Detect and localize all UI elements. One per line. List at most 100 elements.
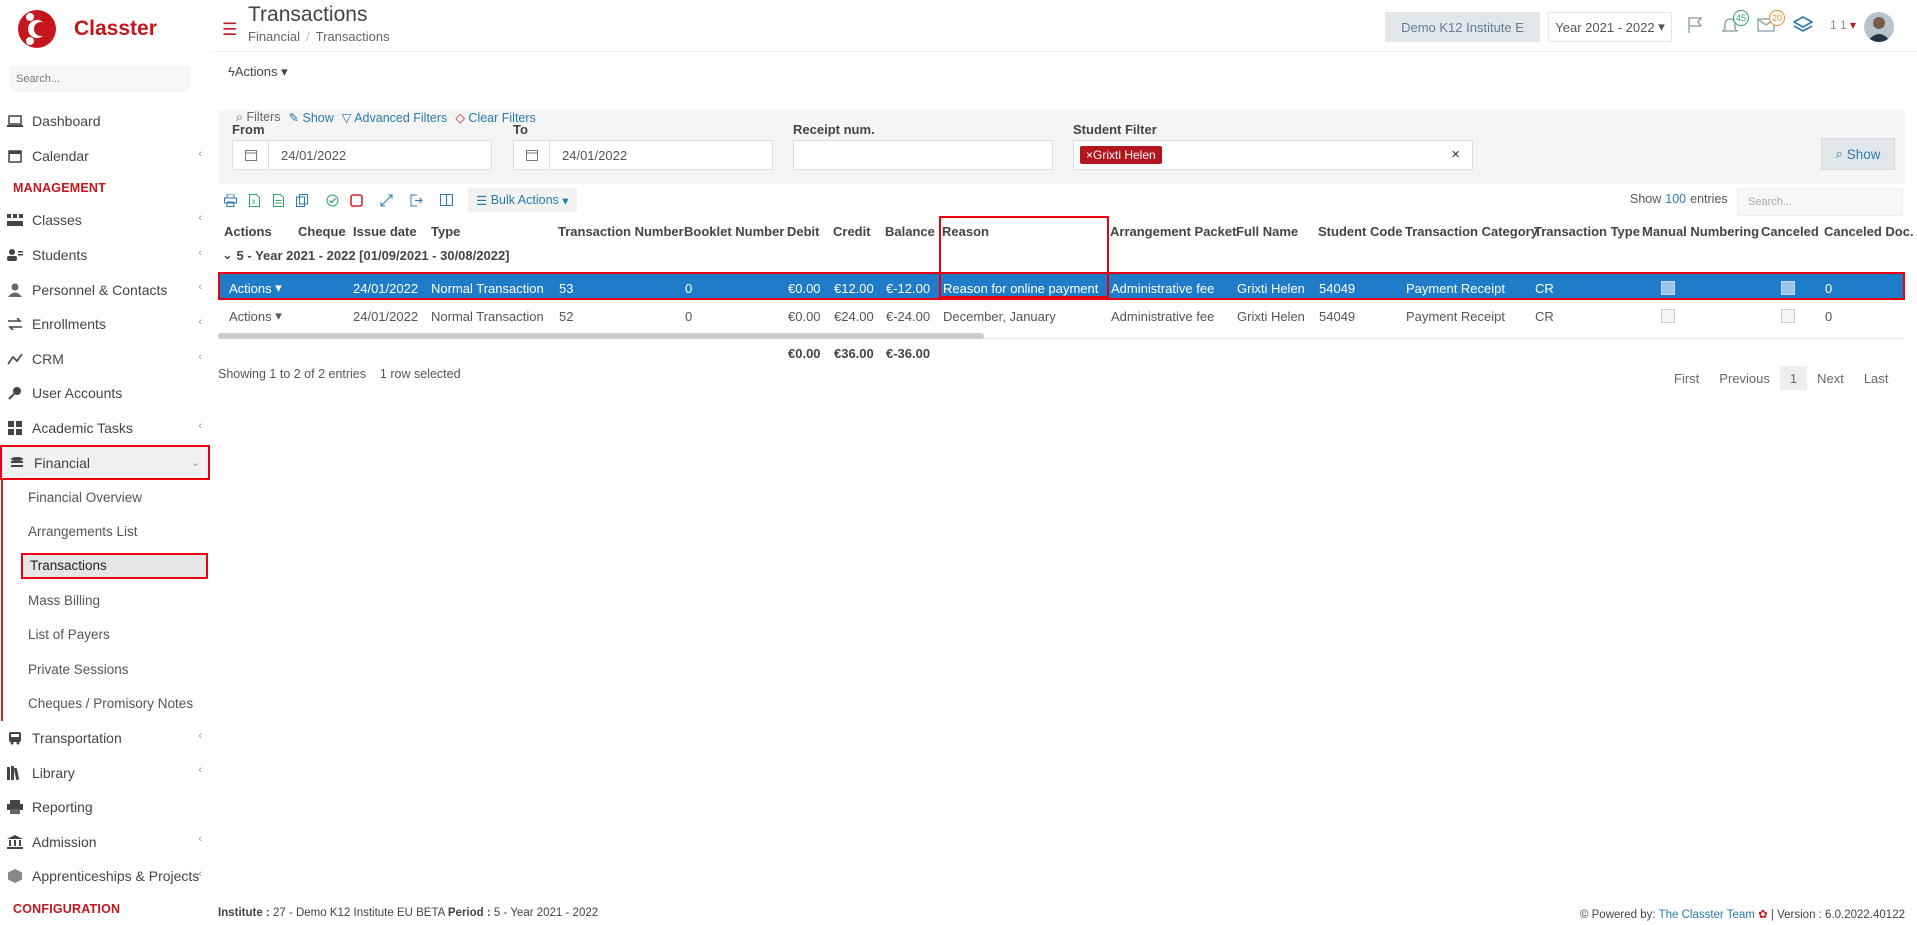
cell-manual-numbering[interactable]	[1661, 302, 1675, 330]
csv-icon[interactable]	[266, 188, 290, 212]
institute-selector[interactable]: Demo K12 Institute E	[1385, 12, 1540, 42]
sidebar-item-library[interactable]: Library ‹	[0, 755, 210, 790]
sidebar-sub-mass-billing[interactable]: Mass Billing	[3, 583, 210, 617]
receipt-input[interactable]	[793, 140, 1053, 170]
search-icon: ⌕	[1835, 146, 1843, 161]
hamburger-menu-icon[interactable]: ☰	[222, 20, 237, 40]
manual-numbering-checkbox[interactable]	[1661, 309, 1675, 323]
cell-manual-numbering[interactable]	[1661, 274, 1675, 302]
canceled-checkbox[interactable]	[1781, 309, 1795, 323]
footer-period-value: 5 - Year 2021 - 2022	[493, 907, 599, 919]
copy-icon[interactable]	[290, 188, 314, 212]
page-previous[interactable]: Previous	[1709, 366, 1780, 390]
table-row[interactable]: Actions ▾ 24/01/2022 Normal Transaction …	[218, 272, 1905, 300]
cell-balance: €-24.00	[886, 308, 931, 324]
cell-canceled-doc: 0	[1825, 280, 1833, 296]
breadcrumb-item[interactable]: Financial	[248, 29, 300, 44]
advanced-filters-link[interactable]: ▽ Advanced Filters	[342, 110, 448, 125]
sidebar-sub-list-of-payers[interactable]: List of Payers	[3, 618, 210, 652]
sidebar-item-enrollments[interactable]: Enrollments ‹	[0, 307, 210, 342]
sidebar-item-classes[interactable]: Classes ‹	[0, 203, 210, 238]
envelope-icon[interactable]: 20	[1755, 10, 1785, 36]
deselect-icon[interactable]	[344, 188, 368, 212]
student-filter-input[interactable]: ×Grixti Helen ×	[1073, 140, 1473, 170]
section-configuration: CONFIGURATION	[13, 901, 121, 916]
sidebar-item-apprenticeships[interactable]: Apprenticeships & Projects ‹	[0, 859, 210, 894]
from-date-field[interactable]: 24/01/2022	[232, 140, 492, 170]
sidebar-item-dashboard[interactable]: Dashboard	[0, 104, 210, 139]
page-current[interactable]: 1	[1779, 366, 1808, 390]
sidebar-item-admission[interactable]: Admission ‹	[0, 824, 210, 859]
breadcrumb-item: Transactions	[315, 29, 390, 44]
canceled-checkbox[interactable]	[1781, 281, 1795, 295]
page-last[interactable]: Last	[1854, 366, 1899, 390]
coins-icon	[8, 455, 26, 471]
columns-icon[interactable]	[434, 188, 458, 212]
select-all-icon[interactable]	[320, 188, 344, 212]
printer-icon	[6, 799, 24, 815]
calendar-icon[interactable]	[233, 141, 269, 169]
chevron-left-icon: ‹	[198, 833, 202, 846]
sidebar-sub-private-sessions[interactable]: Private Sessions	[3, 652, 210, 686]
sidebar-item-academic-tasks[interactable]: Academic Tasks ‹	[0, 411, 210, 446]
calendar-icon	[6, 148, 24, 164]
row-actions-dropdown[interactable]: Actions ▾	[229, 302, 282, 330]
group-row[interactable]: ⌄ 5 - Year 2021 - 2022 [01/09/2021 - 30/…	[218, 241, 1905, 269]
bell-icon[interactable]: 45	[1719, 10, 1749, 36]
cell-full-name: Grixti Helen	[1237, 308, 1305, 324]
sidebar-item-calendar[interactable]: Calendar ‹	[0, 139, 210, 174]
excel-icon[interactable]: X	[242, 188, 266, 212]
export-icon[interactable]	[404, 188, 428, 212]
actions-dropdown[interactable]: ϟActions ▾	[228, 64, 288, 80]
page-next[interactable]: Next	[1807, 366, 1854, 390]
library-icon	[6, 765, 24, 781]
cell-transaction-type: CR	[1535, 280, 1554, 296]
cell-transaction-type: CR	[1535, 308, 1554, 324]
layers-icon[interactable]	[1792, 14, 1814, 36]
sidebar-sub-cheques[interactable]: Cheques / Promisory Notes	[3, 686, 210, 720]
cell-canceled[interactable]	[1781, 274, 1795, 302]
sidebar-sub-transactions[interactable]: Transactions	[21, 552, 208, 579]
sidebar-item-students[interactable]: Students ‹	[0, 238, 210, 273]
avatar[interactable]	[1864, 12, 1894, 42]
print-icon[interactable]	[218, 188, 242, 212]
entries-count-select[interactable]: 100	[1665, 192, 1686, 206]
sidebar-item-financial[interactable]: Financial ⌄	[0, 445, 210, 480]
horizontal-scrollbar[interactable]	[218, 333, 984, 339]
brand[interactable]: Classter	[0, 0, 210, 58]
chevron-left-icon: ‹	[198, 315, 202, 328]
show-button[interactable]: ⌕ Show	[1821, 138, 1895, 170]
tasks-icon	[6, 420, 24, 436]
table-row[interactable]: Actions ▾ 24/01/2022 Normal Transaction …	[218, 302, 1905, 330]
sidebar-item-crm[interactable]: CRM ‹	[0, 342, 210, 377]
year-selector[interactable]: Year 2021 - 2022 ▾	[1548, 12, 1672, 42]
cell-canceled[interactable]	[1781, 302, 1795, 330]
remove-tag-icon[interactable]: ×	[1086, 148, 1093, 162]
classter-team-link[interactable]: The Classter Team	[1659, 909, 1755, 921]
page-first[interactable]: First	[1664, 366, 1709, 390]
sidebar-search-input[interactable]	[10, 66, 190, 92]
to-date-field[interactable]: 24/01/2022	[513, 140, 773, 170]
from-label: From	[232, 122, 265, 137]
row-actions-dropdown[interactable]: Actions ▾	[229, 274, 282, 302]
sidebar-item-transportation[interactable]: Transportation ‹	[0, 721, 210, 756]
caret-down-icon: ▾	[275, 280, 282, 295]
manual-numbering-checkbox[interactable]	[1661, 281, 1675, 295]
table-search-input[interactable]: Search...	[1737, 188, 1903, 216]
sidebar-item-personnel[interactable]: Personnel & Contacts ‹	[0, 272, 210, 307]
sidebar-sub-financial-overview[interactable]: Financial Overview	[3, 480, 210, 514]
sidebar-item-reporting[interactable]: Reporting	[0, 790, 210, 825]
bulk-actions-button[interactable]: ☰ Bulk Actions ▾	[468, 188, 577, 212]
clear-icon[interactable]: ×	[1451, 146, 1460, 163]
user-menu[interactable]: 1 1 ▾	[1830, 18, 1856, 32]
flag-icon[interactable]	[1685, 14, 1707, 36]
filter-links: ⌕ Filters ✎ Show ▽ Advanced Filters ◇ Cl…	[236, 110, 536, 125]
calendar-icon[interactable]	[514, 141, 550, 169]
group-label: ⌄ 5 - Year 2021 - 2022 [01/09/2021 - 30/…	[222, 241, 510, 269]
cell-student-code: 54049	[1319, 280, 1356, 296]
sidebar-sub-arrangements-list[interactable]: Arrangements List	[3, 514, 210, 548]
sidebar-item-user-accounts[interactable]: User Accounts	[0, 376, 210, 411]
expand-icon[interactable]	[374, 188, 398, 212]
show-filters-link[interactable]: ✎ Show	[289, 110, 334, 125]
student-tag[interactable]: ×Grixti Helen	[1080, 146, 1162, 164]
